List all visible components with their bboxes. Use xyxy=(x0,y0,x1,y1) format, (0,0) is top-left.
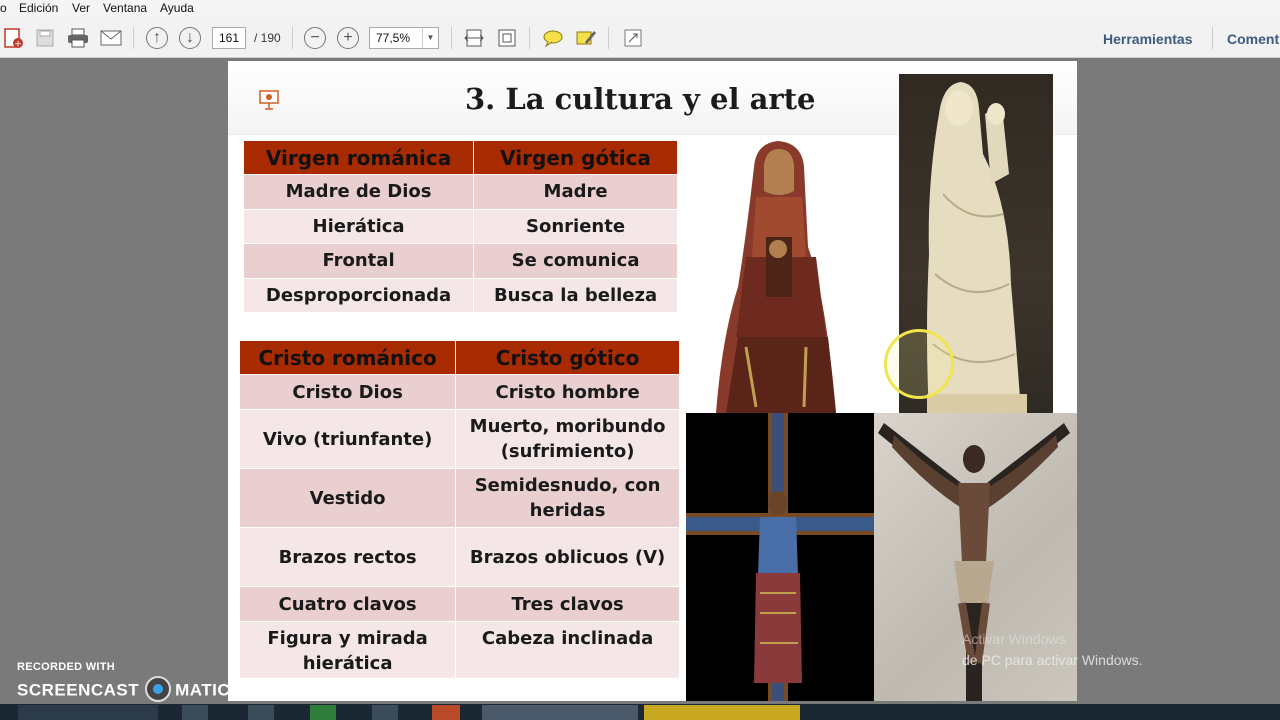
table-cell: Brazos oblicuos (V) xyxy=(456,528,679,586)
print-icon[interactable] xyxy=(65,25,91,51)
recording-label: RECORDED WITH xyxy=(17,661,116,673)
presentation-icon xyxy=(259,90,279,110)
romanesque-crucifix-image xyxy=(686,413,874,701)
comment-bubble-icon[interactable] xyxy=(540,25,566,51)
table-row: Frontal Se comunica xyxy=(244,244,677,278)
toolbar: + ↑ ↓ 161 / 190 − + 77,5% ▼ Herramientas… xyxy=(0,17,1280,58)
brand-left: SCREENCAST xyxy=(17,680,140,700)
table-row: Vestido Semidesnudo, con heridas xyxy=(240,469,679,527)
activation-watermark-text: de PC para activar Windows. xyxy=(962,652,1143,668)
table-cell: Vestido xyxy=(240,469,456,527)
zoom-value: 77,5% xyxy=(376,31,411,45)
menu-ver[interactable]: Ver xyxy=(72,1,90,15)
virgin-comparison-table: Virgen románica Virgen gótica Madre de D… xyxy=(243,140,678,313)
taskbar-item[interactable] xyxy=(644,705,800,720)
taskbar xyxy=(0,704,1280,720)
save-icon[interactable] xyxy=(32,25,58,51)
christ-comparison-table: Cristo románico Cristo gótico Cristo Dio… xyxy=(239,340,680,679)
menu-ayuda[interactable]: Ayuda xyxy=(160,1,194,15)
menu-edge: o xyxy=(0,1,7,15)
table-row: Hierática Sonriente xyxy=(244,209,677,243)
table-cell: Madre xyxy=(474,175,677,209)
table-header: Virgen románica xyxy=(244,141,474,174)
table-cell: Semidesnudo, con heridas xyxy=(456,469,679,527)
table-cell: Madre de Dios xyxy=(244,175,474,209)
table-cell: Figura y mirada hierática xyxy=(240,622,456,678)
taskbar-item[interactable] xyxy=(372,705,398,720)
zoom-out-icon[interactable]: − xyxy=(302,25,328,51)
romanesque-virgin-image xyxy=(686,137,892,413)
table-cell: Cristo Dios xyxy=(240,375,456,409)
table-row: Desproporcionada Busca la belleza xyxy=(244,278,677,312)
screencast-logo: SCREENCAST MATIC xyxy=(17,676,231,702)
table-cell: Sonriente xyxy=(474,209,677,243)
chevron-down-icon[interactable]: ▼ xyxy=(422,28,438,48)
email-icon[interactable] xyxy=(98,25,124,51)
page-number-input[interactable]: 161 xyxy=(212,27,246,49)
previous-page-icon[interactable]: ↑ xyxy=(144,25,170,51)
table-header-row: Cristo románico Cristo gótico xyxy=(240,341,679,374)
taskbar-item[interactable] xyxy=(310,705,336,720)
crosshair-cursor-icon: + xyxy=(911,357,921,374)
taskbar-item[interactable] xyxy=(248,705,274,720)
table-header: Virgen gótica xyxy=(474,141,677,174)
table-row: Cristo Dios Cristo hombre xyxy=(240,375,679,409)
comment-link[interactable]: Coment xyxy=(1227,31,1279,47)
zoom-in-icon[interactable]: + xyxy=(335,25,361,51)
taskbar-item-active[interactable] xyxy=(482,705,638,720)
fit-page-icon[interactable] xyxy=(494,25,520,51)
next-page-icon[interactable]: ↓ xyxy=(177,25,203,51)
tools-link[interactable]: Herramientas xyxy=(1103,31,1193,47)
table-header: Cristo románico xyxy=(240,341,456,374)
table-cell: Frontal xyxy=(244,244,474,278)
page-total: / 190 xyxy=(254,31,281,45)
table-header-row: Virgen románica Virgen gótica xyxy=(244,141,677,174)
table-row: Madre de Dios Madre xyxy=(244,175,677,209)
table-cell: Hierática xyxy=(244,209,474,243)
menu-bar: o Edición Ver Ventana Ayuda xyxy=(0,0,1280,17)
table-cell: Vivo (triunfante) xyxy=(240,410,456,468)
slide-title: 3. La cultura y el arte xyxy=(465,82,816,116)
table-row: Vivo (triunfante) Muerto, moribundo (suf… xyxy=(240,410,679,468)
table-row: Cuatro clavos Tres clavos xyxy=(240,587,679,621)
svg-text:+: + xyxy=(14,40,22,50)
document-page: 3. La cultura y el arte Virgen románica … xyxy=(228,61,1077,701)
table-cell: Busca la belleza xyxy=(474,278,677,312)
table-cell: Tres clavos xyxy=(456,587,679,621)
table-cell: Brazos rectos xyxy=(240,528,456,586)
expand-icon[interactable] xyxy=(620,25,646,51)
table-cell: Cuatro clavos xyxy=(240,587,456,621)
table-row: Figura y mirada hierática Cabeza inclina… xyxy=(240,622,679,678)
highlight-pen-icon[interactable] xyxy=(573,25,599,51)
zoom-select[interactable]: 77,5% ▼ xyxy=(369,27,439,49)
table-cell: Se comunica xyxy=(474,244,677,278)
table-cell: Cabeza inclinada xyxy=(456,622,679,678)
table-cell: Muerto, moribundo (sufrimiento) xyxy=(456,410,679,468)
activation-watermark-title: Activar Windows xyxy=(962,631,1066,647)
table-cell: Cristo hombre xyxy=(456,375,679,409)
record-dot-icon xyxy=(145,676,172,702)
taskbar-item[interactable] xyxy=(432,705,460,720)
taskbar-item[interactable] xyxy=(18,705,158,720)
menu-edicion[interactable]: Edición xyxy=(19,1,58,15)
taskbar-item[interactable] xyxy=(182,705,208,720)
table-cell: Desproporcionada xyxy=(244,278,474,312)
fit-width-icon[interactable] xyxy=(461,25,487,51)
menu-ventana[interactable]: Ventana xyxy=(103,1,147,15)
brand-right: MATIC xyxy=(175,680,231,700)
table-row: Brazos rectos Brazos oblicuos (V) xyxy=(240,528,679,586)
create-pdf-icon[interactable]: + xyxy=(0,25,26,51)
table-header: Cristo gótico xyxy=(456,341,679,374)
